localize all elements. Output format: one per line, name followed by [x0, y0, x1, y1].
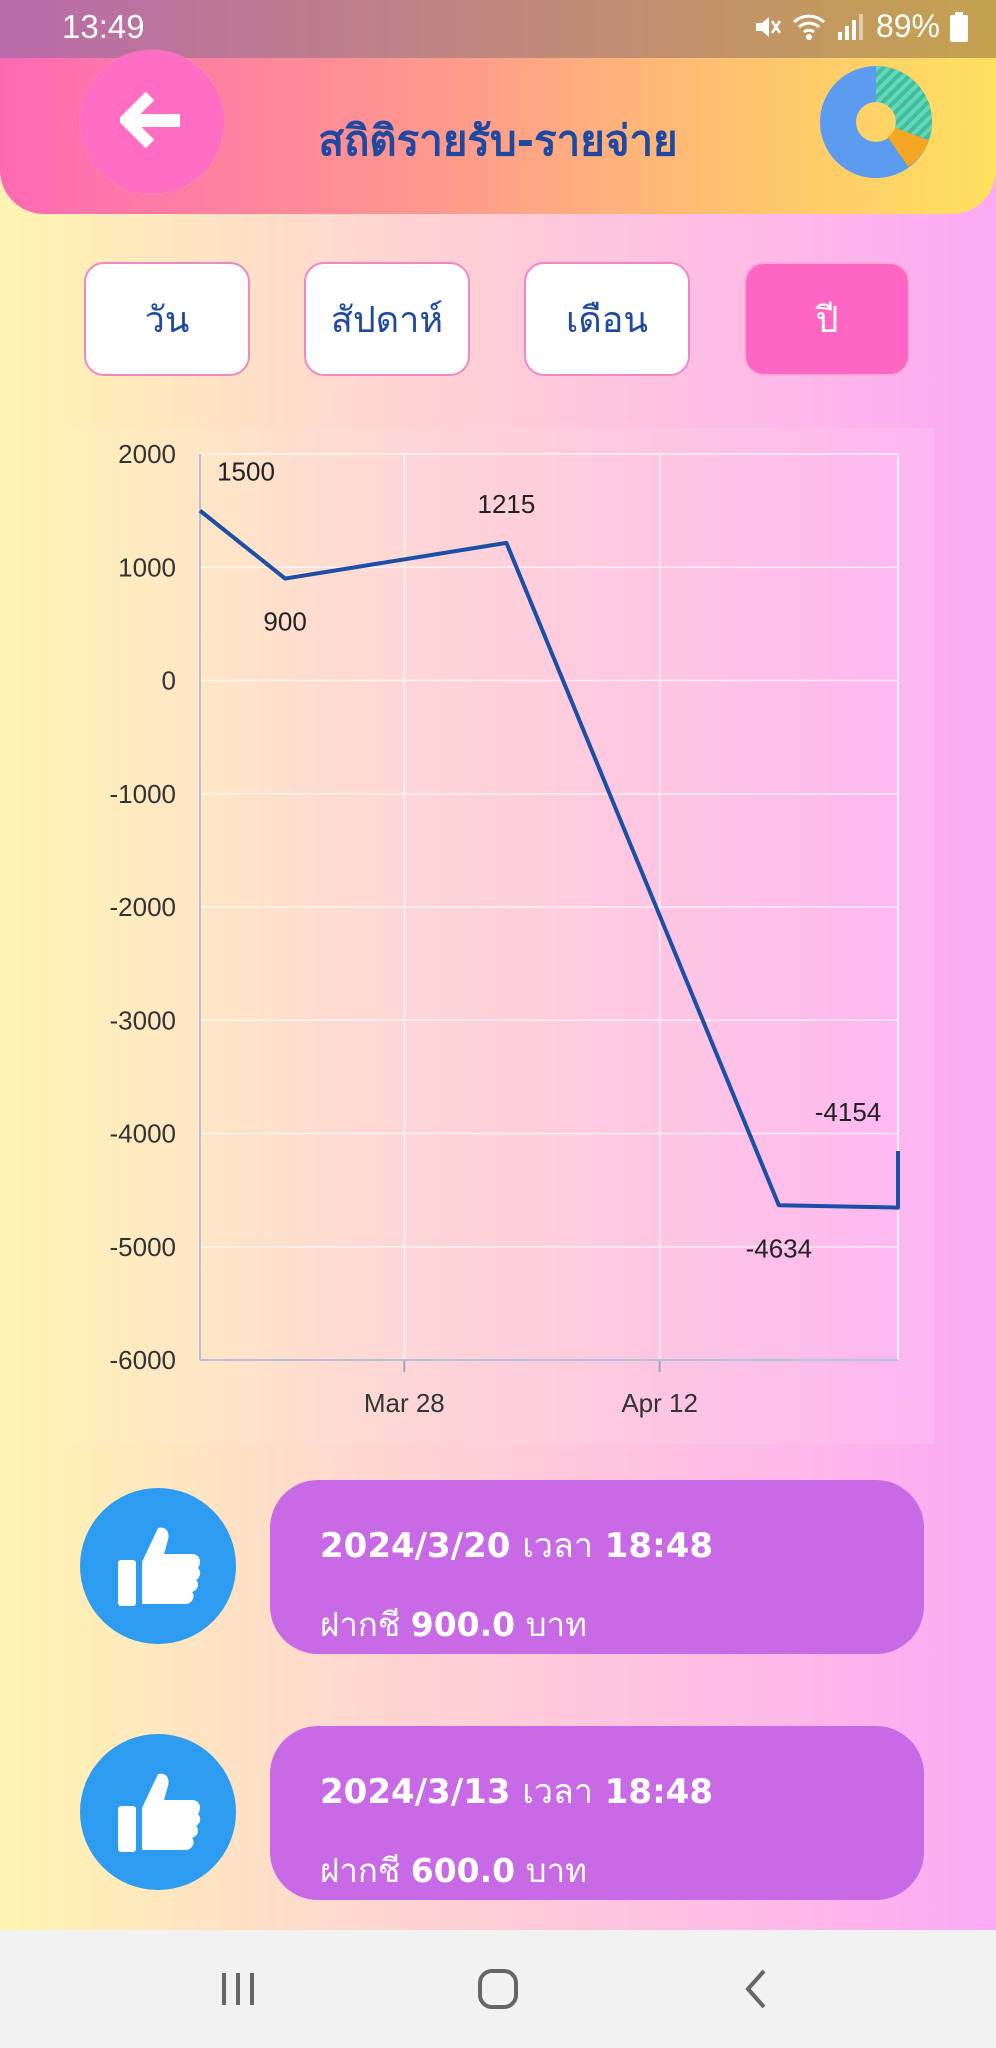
thumbs-up-icon — [80, 1488, 236, 1644]
data-label: 900 — [263, 607, 306, 637]
x-tick-label: Apr 12 — [621, 1388, 698, 1418]
data-label: 1500 — [217, 457, 275, 487]
arrow-left-icon — [117, 91, 184, 152]
y-tick-label: 1000 — [118, 552, 176, 582]
history-type: ฝากชี — [320, 1851, 401, 1890]
tab-day[interactable]: วัน — [84, 262, 250, 376]
y-tick-label: -4000 — [110, 1119, 177, 1149]
y-tick-label: 2000 — [118, 439, 176, 469]
x-tick-label: Mar 28 — [364, 1388, 445, 1418]
history-unit: บาท — [525, 1605, 587, 1644]
line-chart-panel: 2000 1000 0 -1000 -2000 -3000 -4000 -5000 -6000 M… — [62, 428, 934, 1444]
y-tick-label: -5000 — [110, 1232, 177, 1262]
status-time: 13:49 — [62, 8, 145, 45]
battery-percent: 89% — [875, 8, 940, 44]
history-card[interactable]: 2024/3/20 เวลา 18:48 ฝากชี 900.0 บาท — [270, 1480, 924, 1654]
status-icons: 89% — [752, 8, 968, 45]
wifi-icon — [792, 12, 826, 42]
tab-year[interactable]: ปี — [744, 262, 910, 376]
tab-month[interactable]: เดือน — [524, 262, 690, 376]
y-tick-label: -6000 — [110, 1345, 177, 1375]
history-item[interactable]: 2024/3/20 เวลา 18:48 ฝากชี 900.0 บาท — [0, 1480, 996, 1660]
history-date: 2024/3/20 — [320, 1526, 511, 1566]
mute-icon — [752, 12, 782, 42]
system-nav-bar — [0, 1930, 996, 2048]
y-tick-label: -3000 — [110, 1005, 177, 1035]
history-unit: บาท — [525, 1851, 587, 1890]
y-tick-label: 0 — [162, 666, 176, 696]
battery-icon — [950, 11, 968, 42]
history-date-line: 2024/3/13 เวลา 18:48 — [320, 1764, 924, 1818]
donut-chart-icon[interactable] — [820, 66, 932, 182]
back-button[interactable] — [80, 50, 224, 194]
history-amount-line: ฝากชี 600.0 บาท — [320, 1844, 924, 1897]
history-time: 18:48 — [604, 1526, 713, 1566]
period-tabs: วัน สัปดาห์ เดือน ปี — [0, 262, 996, 382]
home-button[interactable] — [438, 1930, 558, 2048]
history-type: ฝากชี — [320, 1605, 401, 1644]
data-label: -4154 — [815, 1097, 882, 1127]
line-chart: 2000 1000 0 -1000 -2000 -3000 -4000 -5000 -6000 M… — [110, 439, 900, 1418]
history-time-label: เวลา — [522, 1772, 593, 1812]
history-card[interactable]: 2024/3/13 เวลา 18:48 ฝากชี 600.0 บาท — [270, 1726, 924, 1900]
y-tick-label: -2000 — [110, 892, 177, 922]
data-label: 1215 — [478, 489, 536, 519]
thumbs-up-icon — [80, 1734, 236, 1890]
back-nav-button[interactable] — [696, 1930, 816, 2048]
history-time-label: เวลา — [522, 1526, 593, 1566]
data-label: -4634 — [746, 1233, 813, 1263]
signal-icon — [836, 12, 866, 42]
history-amount: 600.0 — [410, 1851, 516, 1890]
recent-apps-button[interactable] — [178, 1930, 298, 2048]
history-amount-line: ฝากชี 900.0 บาท — [320, 1598, 924, 1651]
history-date-line: 2024/3/20 เวลา 18:48 — [320, 1518, 924, 1572]
history-item[interactable]: 2024/3/13 เวลา 18:48 ฝากชี 600.0 บาท — [0, 1726, 996, 1906]
tab-week[interactable]: สัปดาห์ — [304, 262, 470, 376]
y-tick-label: -1000 — [110, 779, 177, 809]
history-amount: 900.0 — [410, 1605, 516, 1644]
history-date: 2024/3/13 — [320, 1772, 511, 1812]
history-time: 18:48 — [604, 1772, 713, 1812]
